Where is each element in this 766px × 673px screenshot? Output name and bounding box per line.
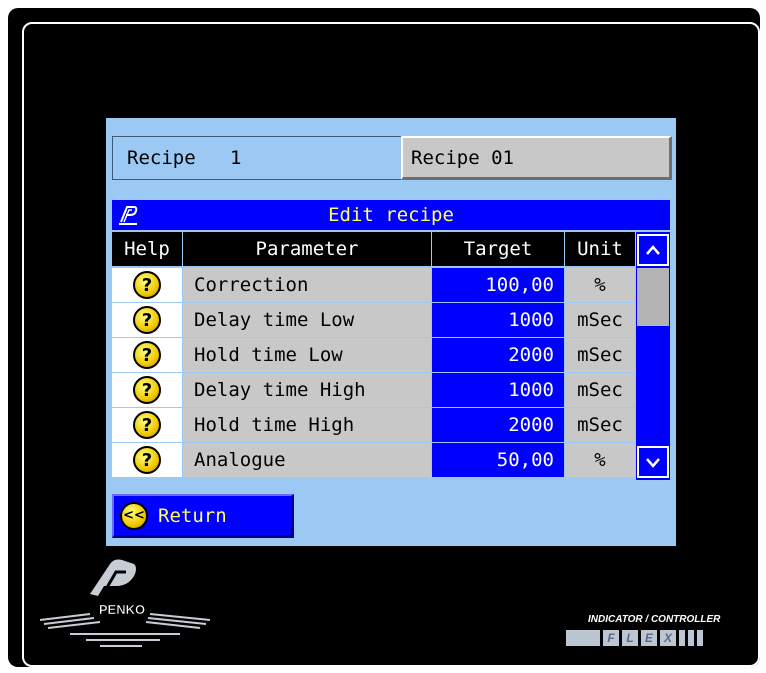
penko-logo: PENKO xyxy=(39,559,211,647)
recipe-number-label: Recipe 1 xyxy=(112,136,402,180)
page-title: Edit recipe xyxy=(328,204,454,226)
flex-letter: X xyxy=(660,630,676,646)
logo-stripes xyxy=(39,613,211,647)
target-value[interactable]: 2000 xyxy=(432,408,564,442)
flex-letter: E xyxy=(641,630,657,646)
parameter-name: Delay time Low xyxy=(183,303,431,337)
chevron-up-icon xyxy=(646,245,660,255)
unit-label: mSec xyxy=(565,408,635,442)
double-left-arrow-icon: << xyxy=(120,501,148,530)
screen: Recipe 1 Recipe 01 Edit recipe Help Para… xyxy=(106,118,676,546)
column-header-target: Target xyxy=(432,232,565,266)
unit-label: mSec xyxy=(565,303,635,337)
unit-label: % xyxy=(565,443,635,477)
target-value[interactable]: 100,00 xyxy=(432,268,564,302)
table-row: ? Delay time High 1000 mSec xyxy=(112,373,635,408)
parameter-name: Analogue xyxy=(183,443,431,477)
table-row: ? Hold time Low 2000 mSec xyxy=(112,338,635,373)
help-cell[interactable]: ? xyxy=(112,303,182,337)
help-cell[interactable]: ? xyxy=(112,408,182,442)
scroll-up-button[interactable] xyxy=(637,234,669,266)
question-mark-icon[interactable]: ? xyxy=(133,271,161,299)
parameter-name: Hold time High xyxy=(183,408,431,442)
return-button-label: Return xyxy=(158,504,227,527)
scrollbar[interactable] xyxy=(636,232,670,480)
help-cell[interactable]: ? xyxy=(112,338,182,372)
question-mark-icon[interactable]: ? xyxy=(133,411,161,439)
question-mark-icon[interactable]: ? xyxy=(133,306,161,334)
return-button[interactable]: << Return xyxy=(112,494,294,538)
unit-label: % xyxy=(565,268,635,302)
parameter-name: Hold time Low xyxy=(183,338,431,372)
table-row: ? Hold time High 2000 mSec xyxy=(112,408,635,443)
target-value[interactable]: 1000 xyxy=(432,303,564,337)
flex-letter: L xyxy=(622,630,638,646)
unit-label: mSec xyxy=(565,338,635,372)
unit-label: mSec xyxy=(565,373,635,407)
logo-swoosh xyxy=(90,559,136,597)
table-row: ? Delay time Low 1000 mSec xyxy=(112,303,635,338)
target-value[interactable]: 50,00 xyxy=(432,443,564,477)
table-row: ? Analogue 50,00 % xyxy=(112,443,635,478)
scroll-down-button[interactable] xyxy=(637,446,669,478)
help-cell[interactable]: ? xyxy=(112,443,182,477)
title-bar: Edit recipe xyxy=(112,200,670,230)
target-value[interactable]: 1000 xyxy=(432,373,564,407)
flex-letter: F xyxy=(603,630,619,646)
parameter-name: Correction xyxy=(183,268,431,302)
question-mark-icon[interactable]: ? xyxy=(133,341,161,369)
flex-bar-segment xyxy=(697,630,703,646)
column-header-help: Help xyxy=(112,232,183,266)
scroll-thumb[interactable] xyxy=(637,268,669,326)
product-tagline: INDICATOR / CONTROLLER xyxy=(588,614,721,625)
table-row: ? Correction 100,00 % xyxy=(112,268,635,303)
flex-bar-segment xyxy=(679,630,685,646)
help-cell[interactable]: ? xyxy=(112,268,182,302)
flex-bar-segment xyxy=(688,630,694,646)
penko-wordmark: PENKO xyxy=(99,602,145,617)
question-mark-icon[interactable]: ? xyxy=(133,376,161,404)
target-value[interactable]: 2000 xyxy=(432,338,564,372)
chevron-down-icon xyxy=(646,458,660,468)
parameter-name: Delay time High xyxy=(183,373,431,407)
recipe-name-field[interactable]: Recipe 01 xyxy=(401,136,672,180)
help-cell[interactable]: ? xyxy=(112,373,182,407)
recipe-bar: Recipe 1 Recipe 01 xyxy=(112,136,672,180)
flex-product-bar: F L E X xyxy=(566,630,703,646)
column-header-unit: Unit xyxy=(565,232,636,266)
penko-logo-icon xyxy=(119,206,138,225)
flex-bar-segment xyxy=(566,630,600,646)
question-mark-icon[interactable]: ? xyxy=(133,446,161,474)
column-header-parameter: Parameter xyxy=(183,232,432,266)
